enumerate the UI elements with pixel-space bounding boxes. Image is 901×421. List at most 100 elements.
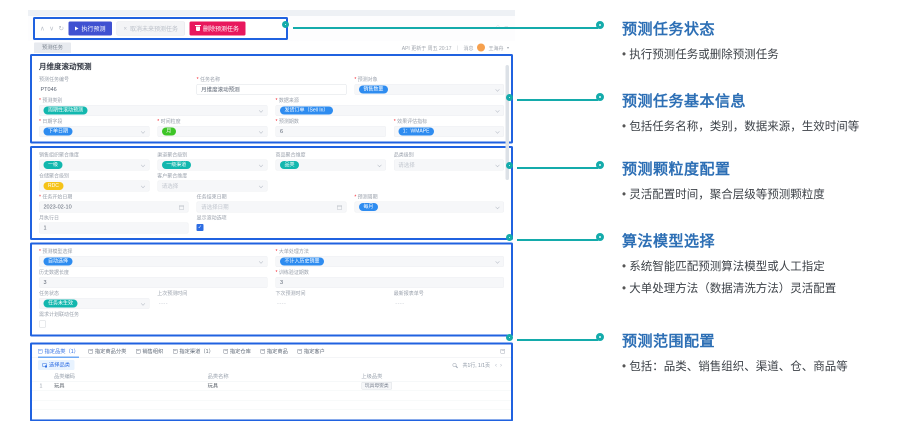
messages-link[interactable]: 消息 [463, 44, 473, 52]
scope-toolbar: 选择品类 共1行, 1/1页 ‹ › [32, 358, 511, 372]
refresh-icon[interactable]: ↻ [59, 25, 64, 33]
annotation-granularity: 预测颗粒度配置 灵活配置时间，聚合层级等预测颗粒度 [622, 158, 894, 203]
field-label: 销售组织聚合维度 [39, 152, 149, 159]
field-linked-plan: 需求计划联动任务 [39, 312, 504, 331]
field-label: 仓储聚合级别 [39, 173, 149, 180]
chevron-down-icon [259, 259, 263, 263]
field-end-date: 任务结束日期 请选择日期 [197, 194, 347, 213]
field-sales-org-level: 销售组织聚合维度 一级 [39, 152, 149, 171]
field-task-status: 任务状态 任务未生效 [39, 291, 149, 310]
field-model-select: 预测模型选择 自动选择 [39, 249, 268, 268]
task-name-input[interactable]: 月维度滚动预测 [197, 84, 347, 95]
delete-forecast-button[interactable]: 删除预测任务 [189, 22, 245, 36]
status-badge: 任务未生效 [44, 300, 78, 308]
time-granularity-select[interactable]: 月 [157, 126, 267, 137]
tag: 月 [162, 128, 176, 136]
collapse-down-icon[interactable]: ∨ [49, 25, 54, 33]
date-field-select[interactable]: 下单日期 [39, 126, 149, 137]
chevron-down-icon [495, 259, 499, 263]
big-order-method-select[interactable]: 不计入历史销量 [276, 256, 505, 267]
exec-day-input[interactable]: 1 [39, 223, 189, 234]
linked-plan-checkbox[interactable] [39, 321, 46, 328]
x-icon: × [123, 25, 127, 32]
select-category-button[interactable]: 选择品类 [38, 360, 75, 370]
user-name[interactable]: 王海舟 [488, 44, 503, 52]
collapse-up-icon[interactable]: ∧ [40, 25, 45, 33]
field-task-no: 预测任务编号 PT046 [39, 77, 189, 96]
pagination-summary: 共1行, 1/1页 [462, 361, 490, 369]
cancel-future-forecast-button[interactable]: × 取消未来预测任务 [116, 22, 185, 36]
forecast-periods-input[interactable]: 6 [276, 126, 386, 137]
start-date-picker[interactable]: 2023-02-10 [39, 202, 189, 213]
field-label: 任务名称 [197, 77, 347, 84]
avatar[interactable] [477, 44, 485, 52]
report-no-value: ---- [394, 298, 504, 309]
forecast-cycle-select[interactable]: 每月 [354, 202, 504, 213]
field-label: 月执行日 [39, 215, 189, 222]
grid-icon [223, 349, 228, 354]
execute-forecast-button[interactable]: 执行预测 [68, 22, 112, 36]
tab-channel[interactable]: 指定渠道（1） [173, 345, 214, 358]
rolling-checkbox[interactable] [197, 224, 204, 231]
field-label: 上次预测时间 [157, 291, 267, 298]
eval-metric-select[interactable]: 1：WMAPE [394, 126, 504, 137]
page-next-icon[interactable]: › [500, 361, 505, 368]
forecast-category-select[interactable]: 周期性滚动预测 [39, 105, 268, 116]
sales-org-level-select[interactable]: 一级 [39, 160, 149, 171]
table-header-row: 品类编码 品类名称 上级品类 [32, 372, 511, 382]
chevron-down-icon [495, 129, 499, 133]
history-length-input[interactable]: 3 [39, 277, 268, 288]
grid-icon [297, 349, 302, 354]
forecast-target-select[interactable]: 销售数量 [354, 84, 504, 95]
tab-forecast-task[interactable]: 预测任务 [34, 42, 71, 53]
meta-separator: ｜ [455, 44, 460, 52]
field-last-run: 上次预测时间 ---- [157, 291, 267, 310]
play-icon [75, 27, 79, 31]
annotation-title: 预测任务基本信息 [622, 90, 894, 111]
category-level-select[interactable]: 请选择 [394, 160, 504, 171]
tab-product[interactable]: 指定商品 [260, 345, 288, 358]
annotation-title: 预测任务状态 [622, 18, 894, 39]
user-menu-caret-icon[interactable]: ▾ [507, 45, 509, 50]
chevron-down-icon [377, 163, 381, 167]
row-index: 1 [32, 381, 50, 391]
field-label: 数据来源 [276, 98, 505, 105]
channel-level-select[interactable]: 一级渠道 [157, 160, 267, 171]
field-label: 下次预测时间 [276, 291, 386, 298]
tab-product-class[interactable]: 指定商品分类 [88, 345, 126, 358]
value: PT046 [41, 87, 57, 93]
field-history-length: 历史数据长度 3 [39, 270, 268, 289]
chip-label: 选择品类 [49, 361, 70, 369]
field-data-source: 数据来源 发货订单（Sell In） [276, 98, 505, 117]
chevron-down-icon [495, 163, 499, 167]
field-forecast-category: 预测类别 周期性滚动预测 [39, 98, 268, 117]
warehouse-level-select[interactable]: RDC [39, 181, 149, 192]
tab-label: 指定品类（1） [45, 347, 79, 355]
tab-warehouse[interactable]: 指定仓库 [223, 345, 251, 358]
tab-category[interactable]: 指定品类（1） [38, 345, 79, 358]
connector-line-2 [517, 99, 598, 101]
field-label: 时间粒度 [157, 119, 267, 126]
panel-settings-icon[interactable] [501, 349, 506, 354]
field-label: 最新报表单号 [394, 291, 504, 298]
validation-periods-input[interactable]: 3 [276, 277, 505, 288]
model-select[interactable]: 自动选择 [39, 256, 268, 267]
search-icon[interactable] [452, 363, 456, 367]
task-status-select[interactable]: 任务未生效 [39, 298, 149, 309]
customer-level-select[interactable]: 请选择 [157, 181, 267, 192]
calendar-icon [179, 205, 184, 210]
field-label: 预测类别 [39, 98, 268, 105]
field-validation-periods: 训练验证期数 3 [276, 270, 505, 289]
connector-line-4 [517, 239, 598, 241]
data-source-select[interactable]: 发货订单（Sell In） [276, 105, 505, 116]
tab-sales-org[interactable]: 销售组织 [136, 345, 164, 358]
product-level-select[interactable]: 品类 [276, 160, 386, 171]
cancel-label: 取消未来预测任务 [130, 24, 178, 33]
chevron-down-icon [495, 205, 499, 209]
table-row[interactable]: 1 玩具 玩具 玩具母婴类 [32, 381, 511, 391]
field-exec-day: 月执行日 1 [39, 215, 189, 234]
tab-customer[interactable]: 指定客户 [297, 345, 325, 358]
end-date-picker[interactable]: 请选择日期 [197, 202, 347, 213]
grid-icon [173, 349, 178, 354]
input-value: 月维度滚动预测 [201, 86, 240, 94]
